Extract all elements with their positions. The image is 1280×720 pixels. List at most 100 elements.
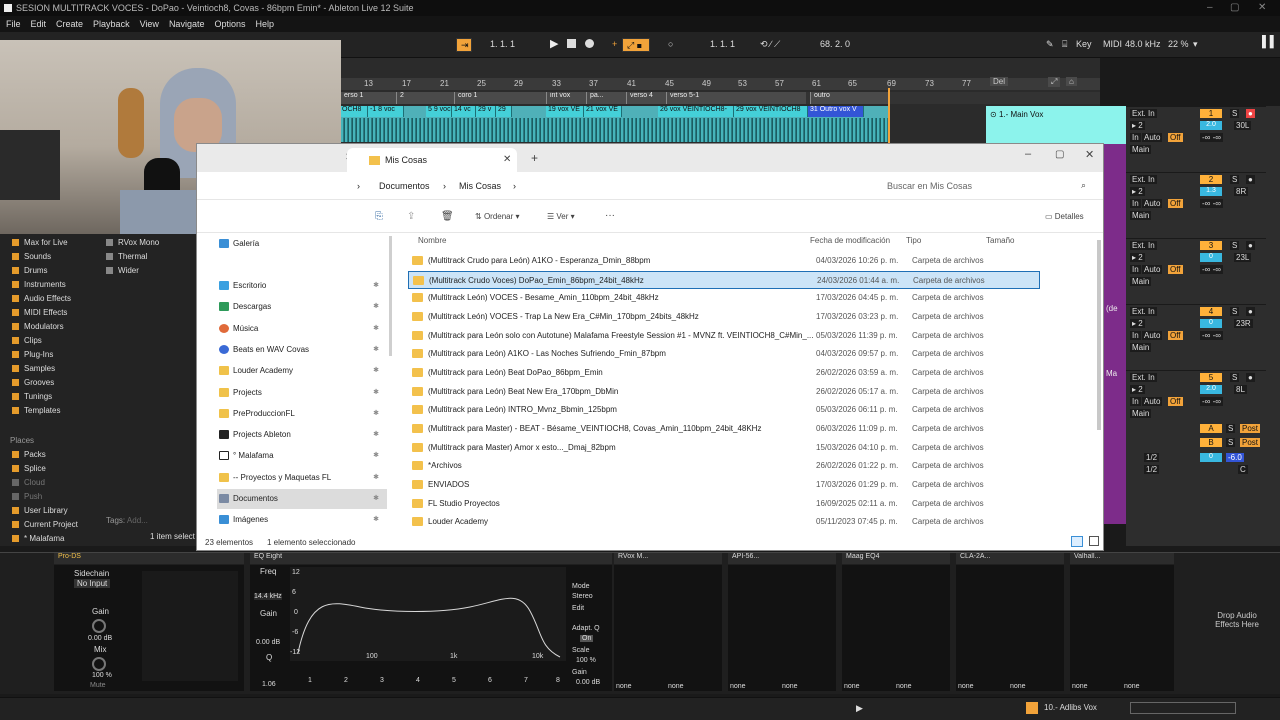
draw-mode-icon[interactable]: ✎ <box>1046 39 1054 50</box>
locator[interactable]: verso 5-1 <box>666 92 806 104</box>
menu-help[interactable]: Help <box>256 19 275 29</box>
track-volume[interactable]: 1.3 <box>1200 187 1222 196</box>
master-output[interactable]: 1/2 <box>1144 453 1160 462</box>
menu-edit[interactable]: Edit <box>31 19 47 29</box>
file-row[interactable]: (Multitrack para León) Beat New Era_170b… <box>408 383 1040 401</box>
follow-icon[interactable]: ⇥ <box>456 38 472 52</box>
master-pan[interactable]: C <box>1238 465 1248 474</box>
clip-lane[interactable]: OCH8 -1 8 voc 5 9 voc 14 vc 29 v 29 19 v… <box>340 106 888 142</box>
menu-playback[interactable]: Playback <box>93 19 130 29</box>
browser-content-item[interactable]: Wider <box>106 266 139 275</box>
input-type[interactable]: Ext. In <box>1130 373 1157 382</box>
monitor-off[interactable]: Off <box>1168 133 1183 142</box>
file-row[interactable]: (Multitrack para Master) - BEAT - Bésame… <box>408 420 1040 438</box>
monitor-off[interactable]: Off <box>1168 331 1183 340</box>
output-routing[interactable]: Main <box>1130 277 1152 286</box>
track-pan[interactable]: 23R <box>1234 319 1253 328</box>
monitor-off[interactable]: Off <box>1168 397 1183 406</box>
return-solo[interactable]: S <box>1226 424 1236 433</box>
eq-band-button[interactable]: 6 <box>488 677 492 684</box>
track-pan[interactable]: 8R <box>1234 187 1249 196</box>
freq-value[interactable]: 14.4 kHz <box>254 593 282 600</box>
cpu-chevron-icon[interactable]: ▾ <box>1193 39 1198 50</box>
master-db[interactable]: -6.0 <box>1226 453 1244 462</box>
device-plugin[interactable]: CLA-2A... none none <box>956 553 1064 691</box>
menu-create[interactable]: Create <box>56 19 83 29</box>
minimize-icon[interactable]: – <box>1207 2 1213 13</box>
plugin-param-select[interactable]: none <box>1124 683 1140 690</box>
list-scrollbar[interactable] <box>1097 240 1101 430</box>
browser-item[interactable]: Sounds <box>12 252 51 261</box>
nav-item-beats-wav[interactable]: Beats en WAV Covas ✱ <box>217 340 387 360</box>
file-row[interactable]: (Multitrack para León) A1KO - Las Noches… <box>408 345 1040 363</box>
nav-item-louder-academy[interactable]: Louder Academy ✱ <box>217 361 387 381</box>
nav-item-escritorio[interactable]: Escritorio ✱ <box>217 276 387 296</box>
track-activator[interactable]: 1 <box>1200 109 1222 118</box>
explorer-tab[interactable]: Mis Cosas ✕ <box>347 148 517 172</box>
plugin-param-select[interactable]: none <box>616 683 632 690</box>
nav-item-proyectos-fl[interactable]: -- Proyectos y Maquetas FL ✱ <box>217 468 387 488</box>
breadcrumb-documentos[interactable]: Documentos <box>379 181 430 191</box>
file-row[interactable]: (Multitrack para Master) Amor x esto..._… <box>408 439 1040 457</box>
menu-navigate[interactable]: Navigate <box>169 19 205 29</box>
locator[interactable]: verso 4 <box>626 92 666 104</box>
output-gain-value[interactable]: 0.00 dB <box>576 679 600 686</box>
device-title[interactable]: API-56... <box>728 553 836 564</box>
nav-item-imagenes[interactable]: Imágenes ✱ <box>217 510 387 530</box>
plugin-param-select[interactable]: none <box>958 683 974 690</box>
file-row[interactable]: *Archivos 26/02/2026 01:22 p. m. Carpeta d… <box>408 457 1040 475</box>
eq-gain-value[interactable]: 0.00 dB <box>256 639 280 646</box>
device-title[interactable]: Valhall... <box>1070 553 1174 564</box>
nav-item-preproduccionfl[interactable]: PreProduccionFL ✱ <box>217 404 387 424</box>
eq-band-button[interactable]: 3 <box>380 677 384 684</box>
arm-button[interactable]: ● <box>1246 109 1255 118</box>
monitor-in[interactable]: In <box>1130 265 1141 274</box>
audio-clip[interactable]: -1 8 voc <box>368 106 404 117</box>
track-activator[interactable]: 4 <box>1200 307 1222 316</box>
mute-button[interactable]: Mute <box>90 682 106 689</box>
nav-item-projects-ableton[interactable]: Projects Ableton ✱ <box>217 425 387 445</box>
arm-button[interactable]: ● <box>1246 307 1255 316</box>
input-type[interactable]: Ext. In <box>1130 307 1157 316</box>
view-button[interactable]: ☰ Ver ▾ <box>547 212 575 221</box>
locator[interactable]: 2 <box>396 92 454 104</box>
input-channel[interactable]: ▸ 2 <box>1130 121 1145 130</box>
monitor-in[interactable]: In <box>1130 199 1141 208</box>
eq-band-button[interactable]: 8 <box>556 677 560 684</box>
locator[interactable]: coro 1 <box>454 92 546 104</box>
audio-clip[interactable]: 14 vc <box>452 106 476 117</box>
track-activator[interactable]: 3 <box>1200 241 1222 250</box>
monitor-auto[interactable]: Auto <box>1142 199 1163 208</box>
delete-icon[interactable]: 🗑︎ <box>441 211 454 222</box>
monitor-auto[interactable]: Auto <box>1142 331 1163 340</box>
menu-view[interactable]: View <box>140 19 159 29</box>
file-row[interactable]: (Multitrack para León) INTRO_Mvnz_Bbmin_… <box>408 401 1040 419</box>
device-title[interactable]: Maag EQ4 <box>842 553 950 564</box>
audio-clip[interactable]: 21 vox VE <box>584 106 622 117</box>
track-fold-icon[interactable]: ⊙ <box>990 110 999 119</box>
plugin-param-select[interactable]: none <box>1010 683 1026 690</box>
arm-button[interactable]: ● <box>1246 175 1255 184</box>
eq-band-button[interactable]: 2 <box>344 677 348 684</box>
play-icon[interactable]: ▶ <box>550 37 558 50</box>
file-row[interactable]: (Multitrack para León) Beat DoPao_86bpm_… <box>408 364 1040 382</box>
arrangement-position[interactable]: 1. 1. 1 <box>490 39 515 49</box>
device-plugin[interactable]: API-56... none none <box>728 553 836 691</box>
input-type[interactable]: Ext. In <box>1130 109 1157 118</box>
maximize-icon[interactable]: ▢ <box>1055 149 1064 160</box>
nav-scrollbar[interactable] <box>389 236 392 356</box>
audio-clip[interactable]: 26 vox VEINTIOCH8- <box>658 106 734 117</box>
browser-content-item[interactable]: RVox Mono <box>106 238 159 247</box>
plugin-param-select[interactable]: none <box>844 683 860 690</box>
audio-clip[interactable]: 19 vox VE <box>546 106 584 117</box>
rename-icon[interactable]: ⎘ <box>375 211 383 222</box>
audio-clip[interactable]: 29 <box>496 106 512 117</box>
track-volume[interactable]: 2.0 <box>1200 121 1222 130</box>
track-pan[interactable]: 23L <box>1234 253 1252 262</box>
input-channel[interactable]: ▸ 2 <box>1130 187 1145 196</box>
plugin-param-select[interactable]: none <box>1072 683 1088 690</box>
stop-icon[interactable] <box>567 39 576 48</box>
eq-display[interactable]: 12 6 0 -6 -12 100 1k 10k <box>290 567 566 661</box>
track-volume[interactable]: 0 <box>1200 253 1222 262</box>
column-header-size[interactable]: Tamaño <box>986 236 1014 245</box>
